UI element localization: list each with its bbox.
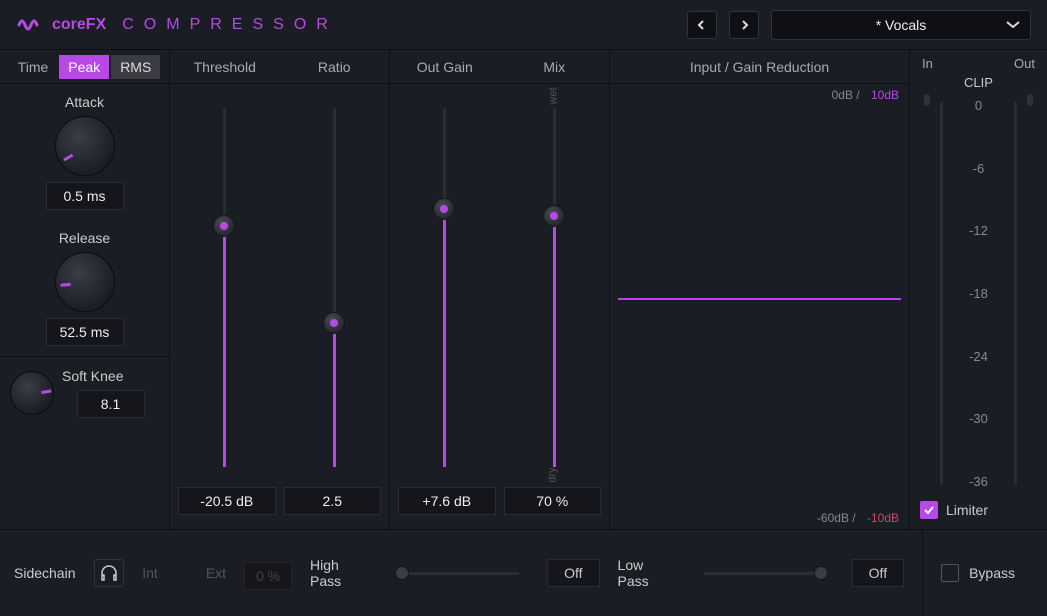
graph-top-in: 0dB /: [832, 88, 860, 102]
preset-selector[interactable]: * Vocals: [771, 10, 1031, 40]
preset-next-button[interactable]: [729, 11, 759, 39]
graph-top-gr: 10dB: [871, 88, 899, 102]
threshold-ratio-column: Threshold Ratio -20.5 dB 2.5: [170, 50, 390, 529]
attack-block: Attack 0.5 ms: [0, 84, 169, 220]
ratio-value[interactable]: 2.5: [284, 487, 382, 515]
softknee-value[interactable]: 8.1: [77, 390, 145, 418]
threshold-value[interactable]: -20.5 dB: [178, 487, 276, 515]
chevron-right-icon: [739, 20, 749, 30]
bypass-checkbox[interactable]: [941, 564, 959, 582]
attack-value[interactable]: 0.5 ms: [46, 182, 124, 210]
sc-ext-label[interactable]: Ext: [206, 565, 226, 581]
clip-indicator-out: [1027, 94, 1033, 106]
threshold-slider[interactable]: [223, 108, 226, 467]
clip-label: CLIP: [920, 75, 1037, 90]
softknee-label: Soft Knee: [62, 368, 159, 384]
clip-indicator-in: [924, 94, 930, 106]
output-column: Out Gain Mix wet dry +7.6 dB: [390, 50, 610, 529]
preset-name: * Vocals: [876, 17, 927, 33]
outgain-slider[interactable]: [443, 108, 446, 467]
chevron-left-icon: [697, 20, 707, 30]
outgain-value[interactable]: +7.6 dB: [398, 487, 496, 515]
sidechain-listen-button[interactable]: [94, 559, 125, 587]
sidechain-footer: Sidechain Int Ext 0 % High Pass Off Low …: [0, 530, 1047, 616]
gain-reduction-graph: 0dB / 10dB -60dB / -10dB: [610, 84, 909, 529]
time-tab[interactable]: Time: [9, 55, 58, 79]
release-knob[interactable]: [55, 252, 115, 312]
ratio-label: Ratio: [280, 59, 390, 75]
release-label: Release: [0, 230, 169, 246]
detection-mode-tabs: Time Peak RMS: [0, 50, 169, 84]
limiter-label: Limiter: [946, 502, 988, 518]
header: coreFX COMPRESSOR * Vocals: [0, 0, 1047, 50]
threshold-line: [618, 298, 901, 300]
product-text: COMPRESSOR: [122, 16, 338, 34]
check-icon: [923, 504, 935, 516]
graph-column: Input / Gain Reduction 0dB / 10dB -60dB …: [610, 50, 910, 529]
highpass-value[interactable]: Off: [547, 559, 599, 587]
lowpass-value[interactable]: Off: [852, 559, 904, 587]
meter-column: In Out CLIP 0 -6 -12 -18 -24 -30 -36: [910, 50, 1047, 529]
ratio-slider[interactable]: [333, 108, 336, 467]
meter-out-label: Out: [1014, 56, 1035, 71]
headphones-icon: [100, 565, 118, 581]
sc-int-label[interactable]: Int: [142, 565, 158, 581]
mix-value[interactable]: 70 %: [504, 487, 602, 515]
graph-bot-gr: -10dB: [867, 511, 899, 525]
chevron-down-icon: [1006, 21, 1020, 29]
rms-tab[interactable]: RMS: [111, 55, 160, 79]
mix-label: Mix: [500, 59, 610, 75]
lowpass-label: Low Pass: [618, 557, 676, 589]
in-meter-bar: [940, 102, 943, 485]
preset-prev-button[interactable]: [687, 11, 717, 39]
sc-mix-value[interactable]: 0 %: [244, 562, 292, 590]
attack-knob[interactable]: [55, 116, 115, 176]
bypass-label: Bypass: [969, 565, 1015, 581]
dry-label: dry: [546, 467, 558, 482]
out-meter-bar: [1014, 102, 1017, 485]
graph-bot-in: -60dB /: [817, 511, 856, 525]
peak-tab[interactable]: Peak: [59, 55, 109, 79]
level-meters: 0 -6 -12 -18 -24 -30 -36: [920, 90, 1037, 497]
highpass-slider[interactable]: [399, 572, 519, 575]
detection-column: Time Peak RMS Attack 0.5 ms Release 52.5…: [0, 50, 170, 529]
mix-slider[interactable]: wet dry: [553, 108, 556, 467]
release-value[interactable]: 52.5 ms: [46, 318, 124, 346]
brand-text: coreFX: [52, 16, 106, 34]
highpass-label: High Pass: [310, 557, 371, 589]
attack-label: Attack: [0, 94, 169, 110]
graph-title: Input / Gain Reduction: [690, 59, 829, 75]
wet-label: wet: [547, 87, 559, 104]
sidechain-label: Sidechain: [14, 565, 76, 581]
threshold-label: Threshold: [170, 59, 280, 75]
outgain-label: Out Gain: [390, 59, 500, 75]
meter-in-label: In: [922, 56, 933, 71]
limiter-checkbox[interactable]: [920, 501, 938, 519]
meter-scale: 0 -6 -12 -18 -24 -30 -36: [949, 94, 1008, 493]
wave-logo-icon: [16, 13, 40, 37]
softknee-block: Soft Knee 8.1: [0, 356, 169, 429]
softknee-knob[interactable]: [10, 371, 54, 415]
lowpass-slider[interactable]: [704, 572, 824, 575]
main-panel: Time Peak RMS Attack 0.5 ms Release 52.5…: [0, 50, 1047, 530]
release-block: Release 52.5 ms: [0, 220, 169, 356]
